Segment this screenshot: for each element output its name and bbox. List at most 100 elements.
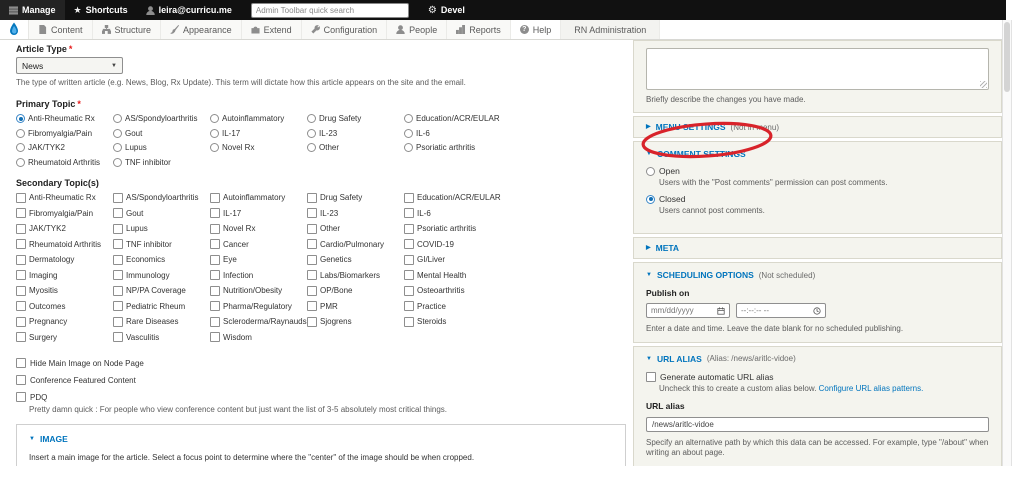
secondary-topic-option[interactable]: Immunology — [113, 270, 210, 281]
primary-topic-option[interactable]: Anti-Rheumatic Rx — [16, 114, 113, 124]
secondary-topic-option[interactable]: IL-23 — [307, 208, 404, 219]
shortcuts-menu[interactable]: Shortcuts — [65, 0, 137, 20]
menu-item-content[interactable]: Content — [29, 20, 93, 39]
secondary-topic-option[interactable]: Psoriatic arthritis — [404, 223, 501, 234]
secondary-topic-option[interactable]: Dermatology — [16, 254, 113, 265]
flag-checkbox-row[interactable]: Conference Featured Content — [16, 375, 626, 386]
secondary-topic-option[interactable]: Outcomes — [16, 301, 113, 312]
secondary-topic-option[interactable]: Lupus — [113, 223, 210, 234]
primary-topic-option[interactable]: Rheumatoid Arthritis — [16, 157, 113, 167]
secondary-topic-option[interactable]: PMR — [307, 301, 404, 312]
primary-topic-option[interactable]: Drug Safety — [307, 114, 404, 124]
secondary-topic-option[interactable]: Rheumatoid Arthritis — [16, 239, 113, 250]
scrollbar-thumb[interactable] — [1004, 22, 1010, 92]
primary-topic-option[interactable]: AS/Spondyloarthritis — [113, 114, 210, 124]
secondary-topic-option[interactable]: Pharma/Regulatory — [210, 301, 307, 312]
secondary-topic-option[interactable]: Drug Safety — [307, 192, 404, 203]
secondary-topic-option[interactable]: Steroids — [404, 316, 501, 327]
primary-topic-option[interactable]: Gout — [113, 128, 210, 138]
admin-search-input[interactable] — [250, 2, 409, 18]
secondary-topic-option[interactable]: Infection — [210, 270, 307, 281]
secondary-topic-option[interactable]: JAK/TYK2 — [16, 223, 113, 234]
menu-item-rn-administration[interactable]: RN Administration — [561, 20, 661, 39]
user-menu[interactable]: leira@curricu.me — [137, 0, 241, 20]
primary-topic-option[interactable]: Lupus — [113, 143, 210, 153]
secondary-topic-option[interactable]: Practice — [404, 301, 501, 312]
devel-menu[interactable]: Devel — [419, 0, 474, 20]
secondary-topic-option[interactable]: OP/Bone — [307, 285, 404, 296]
menu-item-configuration[interactable]: Configuration — [301, 20, 388, 39]
secondary-topic-option[interactable]: Scleroderma/Raynauds — [210, 316, 307, 327]
secondary-topic-option[interactable]: Novel Rx — [210, 223, 307, 234]
flag-checkbox-row[interactable]: Hide Main Image on Node Page — [16, 358, 626, 369]
revision-log-textarea[interactable] — [646, 48, 989, 90]
publish-time-input[interactable]: --:--:-- -- — [736, 303, 826, 319]
url-alias-header[interactable]: URL ALIAS (Alias: /news/aritlc-vidoe) — [646, 354, 989, 364]
secondary-topic-option[interactable]: COVID-19 — [404, 239, 501, 250]
drupal-logo[interactable] — [0, 20, 29, 39]
meta-section[interactable]: META — [633, 237, 1002, 260]
primary-topic-option[interactable]: JAK/TYK2 — [16, 143, 113, 153]
secondary-topic-option[interactable]: Myositis — [16, 285, 113, 296]
generate-auto-alias-checkbox-row[interactable]: Generate automatic URL alias — [646, 371, 989, 382]
secondary-topic-option[interactable]: Sjogrens — [307, 316, 404, 327]
secondary-topic-option[interactable]: Cancer — [210, 239, 307, 250]
image-fieldset-header[interactable]: IMAGE — [29, 434, 613, 444]
secondary-topic-option[interactable]: Wisdom — [210, 332, 307, 343]
article-type-select[interactable]: News ▼ — [16, 57, 123, 74]
secondary-topic-option[interactable]: Economics — [113, 254, 210, 265]
menu-settings-section[interactable]: MENU SETTINGS (Not in menu) — [633, 116, 1002, 139]
url-alias-input[interactable] — [646, 416, 989, 432]
comment-option-radio-row[interactable]: Closed — [646, 194, 989, 204]
secondary-topic-option[interactable]: AS/Spondyloarthritis — [113, 192, 210, 203]
secondary-topic-option[interactable]: IL-6 — [404, 208, 501, 219]
primary-topic-option[interactable]: Autoinflammatory — [210, 114, 307, 124]
menu-item-structure[interactable]: Structure — [92, 20, 162, 39]
primary-topic-option[interactable]: IL-6 — [404, 128, 501, 138]
comment-option-radio-row[interactable]: Open — [646, 166, 989, 176]
menu-item-people[interactable]: People — [387, 20, 448, 39]
menu-item-help[interactable]: ? Help — [510, 20, 562, 39]
primary-topic-option[interactable]: Fibromyalgia/Pain — [16, 128, 113, 138]
primary-topic-option[interactable]: IL-17 — [210, 128, 307, 138]
secondary-topic-option[interactable]: Genetics — [307, 254, 404, 265]
secondary-topic-option[interactable]: Cardio/Pulmonary — [307, 239, 404, 250]
primary-topic-option[interactable]: TNF inhibitor — [113, 157, 210, 167]
secondary-topic-option[interactable]: NP/PA Coverage — [113, 285, 210, 296]
secondary-topic-option[interactable]: TNF inhibitor — [113, 239, 210, 250]
scrollbar[interactable] — [1002, 20, 1012, 466]
menu-item-extend[interactable]: Extend — [241, 20, 302, 39]
secondary-topic-option[interactable]: Labs/Biomarkers — [307, 270, 404, 281]
configure-alias-patterns-link[interactable]: Configure URL alias patterns. — [819, 384, 924, 393]
secondary-topic-option[interactable]: Gout — [113, 208, 210, 219]
secondary-topic-option[interactable]: IL-17 — [210, 208, 307, 219]
primary-topic-option[interactable]: Education/ACR/EULAR — [404, 114, 501, 124]
primary-topic-option[interactable]: IL-23 — [307, 128, 404, 138]
primary-topic-option[interactable]: Novel Rx — [210, 143, 307, 153]
secondary-topic-option[interactable]: Vasculitis — [113, 332, 210, 343]
secondary-topic-option[interactable]: Osteoarthritis — [404, 285, 501, 296]
secondary-topic-option[interactable]: GI/Liver — [404, 254, 501, 265]
secondary-topic-option[interactable]: Nutrition/Obesity — [210, 285, 307, 296]
secondary-topic-option[interactable]: Surgery — [16, 332, 113, 343]
secondary-topic-option[interactable]: Autoinflammatory — [210, 192, 307, 203]
menu-item-appearance[interactable]: Appearance — [161, 20, 242, 39]
secondary-topic-option[interactable]: Rare Diseases — [113, 316, 210, 327]
secondary-topic-option[interactable]: Fibromyalgia/Pain — [16, 208, 113, 219]
secondary-topic-option[interactable]: Pediatric Rheum — [113, 301, 210, 312]
primary-topic-option[interactable]: Other — [307, 143, 404, 153]
secondary-topic-option[interactable]: Imaging — [16, 270, 113, 281]
secondary-topic-option[interactable]: Education/ACR/EULAR — [404, 192, 501, 203]
manage-menu[interactable]: Manage — [0, 0, 65, 20]
secondary-topic-option[interactable]: Anti-Rheumatic Rx — [16, 192, 113, 203]
menu-item-reports[interactable]: Reports — [447, 20, 511, 39]
comment-settings-header[interactable]: COMMENT SETTINGS — [646, 149, 989, 159]
flag-checkbox-row[interactable]: PDQ — [16, 392, 626, 403]
publish-date-input[interactable]: mm/dd/yyyy — [646, 303, 730, 319]
secondary-topic-option[interactable]: Other — [307, 223, 404, 234]
scheduling-header[interactable]: SCHEDULING OPTIONS (Not scheduled) — [646, 270, 989, 280]
primary-topic-option[interactable]: Psoriatic arthritis — [404, 143, 501, 153]
secondary-topic-option[interactable]: Pregnancy — [16, 316, 113, 327]
secondary-topic-option[interactable]: Eye — [210, 254, 307, 265]
secondary-topic-option[interactable]: Mental Health — [404, 270, 501, 281]
